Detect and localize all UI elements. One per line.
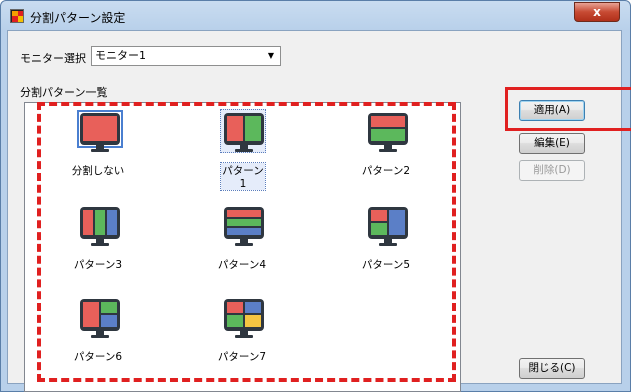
pattern-item-none[interactable]: 分割しない xyxy=(58,107,138,187)
pattern-item-2[interactable]: パターン2 xyxy=(346,107,426,187)
monitor-pattern-1-icon xyxy=(224,113,264,153)
monitor-select-label: モニター選択 xyxy=(20,52,86,65)
apply-button-annotation-frame xyxy=(505,87,631,131)
pattern-item-label: パターン6 xyxy=(73,351,123,363)
pattern-item-7[interactable]: パターン7 xyxy=(202,293,282,373)
pattern-item-label: 分割しない xyxy=(71,165,125,177)
pattern-item-6[interactable]: パターン6 xyxy=(58,293,138,373)
pattern-list[interactable]: 分割しない パターン1 パターン2 パターン3 パターン4 パターン5 パターン… xyxy=(24,102,461,392)
pattern-item-label: パターン7 xyxy=(217,351,267,363)
monitor-pattern-7-icon xyxy=(224,299,264,339)
monitor-pattern-3-icon xyxy=(80,207,120,247)
pattern-item-1[interactable]: パターン1 xyxy=(202,107,282,191)
title-bar[interactable]: 分割パターン設定 x xyxy=(1,1,630,31)
close-button[interactable]: 閉じる(C) xyxy=(519,358,585,379)
pattern-item-label: パターン2 xyxy=(361,165,411,177)
chevron-down-icon: ▼ xyxy=(267,51,274,60)
pattern-item-label: パターン4 xyxy=(217,259,267,271)
monitor-pattern-2-icon xyxy=(368,113,408,153)
monitor-no-split-icon xyxy=(80,113,120,153)
pattern-item-label: パターン1 xyxy=(220,162,266,191)
monitor-pattern-5-icon xyxy=(368,207,408,247)
dialog-client-area: モニター選択 モニター1 ▼ 分割パターン一覧 分割しない パターン1 パターン… xyxy=(7,30,622,392)
pattern-item-3[interactable]: パターン3 xyxy=(58,201,138,281)
edit-button[interactable]: 編集(E) xyxy=(519,133,585,154)
monitor-select-dropdown[interactable]: モニター1 ▼ xyxy=(91,46,281,66)
delete-button: 削除(D) xyxy=(519,160,585,181)
pattern-item-label: パターン3 xyxy=(73,259,123,271)
monitor-select-value: モニター1 xyxy=(95,49,146,62)
pattern-list-label: 分割パターン一覧 xyxy=(20,86,108,99)
app-icon xyxy=(10,9,24,23)
pattern-item-label: パターン5 xyxy=(361,259,411,271)
close-icon[interactable]: x xyxy=(574,2,620,22)
pattern-item-4[interactable]: パターン4 xyxy=(202,201,282,281)
window-title: 分割パターン設定 xyxy=(30,11,126,25)
monitor-pattern-4-icon xyxy=(224,207,264,247)
pattern-item-5[interactable]: パターン5 xyxy=(346,201,426,281)
monitor-pattern-6-icon xyxy=(80,299,120,339)
